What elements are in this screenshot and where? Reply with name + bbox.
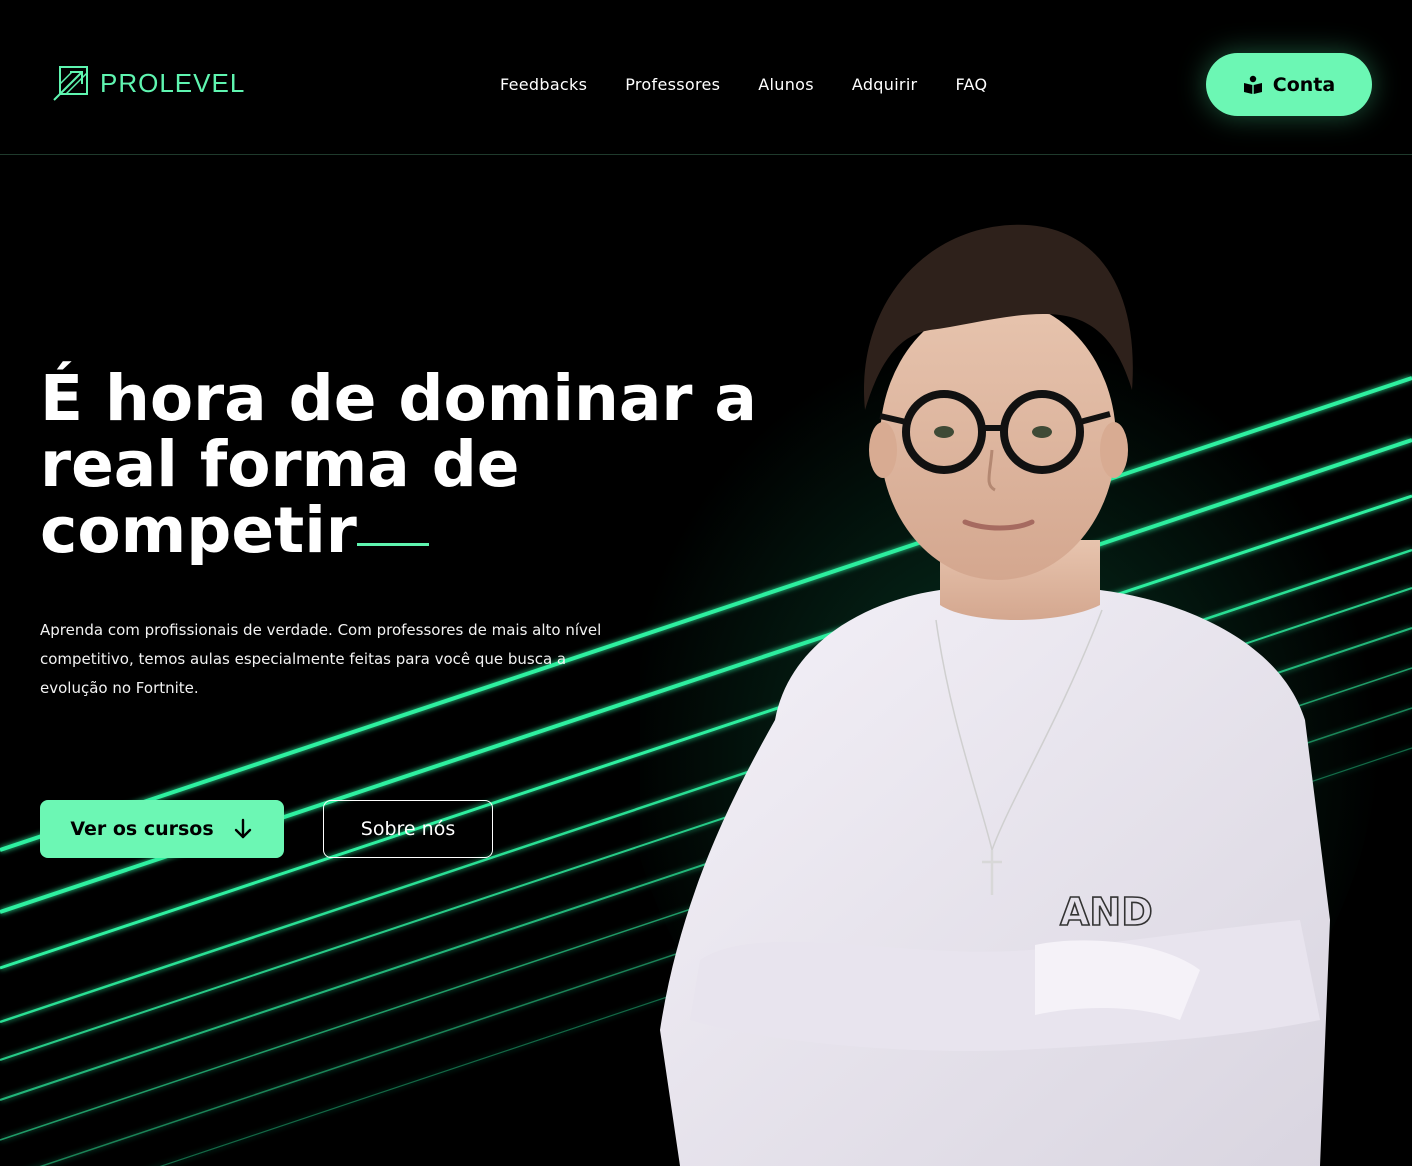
logo-mark-icon — [53, 66, 88, 101]
nav-professores[interactable]: Professores — [625, 75, 720, 94]
title-underscore-accent — [356, 543, 429, 546]
nav-adquirir[interactable]: Adquirir — [852, 75, 918, 94]
landing-page: PROLEVEL Feedbacks Professores Alunos Ad… — [0, 0, 1412, 1166]
account-button[interactable]: Conta — [1206, 53, 1372, 116]
nav-alunos[interactable]: Alunos — [758, 75, 814, 94]
view-courses-button[interactable]: Ver os cursos — [40, 800, 284, 858]
brand-logo[interactable]: PROLEVEL — [52, 64, 245, 102]
account-button-label: Conta — [1272, 73, 1336, 96]
brand-name: PROLEVEL — [100, 67, 246, 98]
hero-title-line-3: competir — [40, 494, 357, 567]
hero-title-line-3-wrapper: competir — [40, 498, 800, 564]
hero-person-image: AND — [640, 224, 1380, 1166]
hero-description: Aprenda com profissionais de verdade. Co… — [40, 621, 602, 697]
main-nav: Feedbacks Professores Alunos Adquirir FA… — [500, 75, 987, 94]
hero-title: É hora de dominar a real forma de compet… — [40, 366, 800, 564]
about-us-button[interactable]: Sobre nós — [323, 800, 493, 858]
nav-faq[interactable]: FAQ — [955, 75, 987, 94]
view-courses-label: Ver os cursos — [70, 818, 214, 840]
hero-title-line-2: real forma de — [40, 428, 520, 501]
shirt-text: AND — [1060, 890, 1153, 934]
nav-feedbacks[interactable]: Feedbacks — [500, 75, 587, 94]
user-book-icon — [1243, 75, 1262, 94]
arrow-down-icon — [234, 818, 251, 839]
hero-title-line-1: É hora de dominar a — [40, 362, 757, 435]
about-us-label: Sobre nós — [360, 818, 456, 840]
site-header: PROLEVEL Feedbacks Professores Alunos Ad… — [0, 0, 1412, 155]
